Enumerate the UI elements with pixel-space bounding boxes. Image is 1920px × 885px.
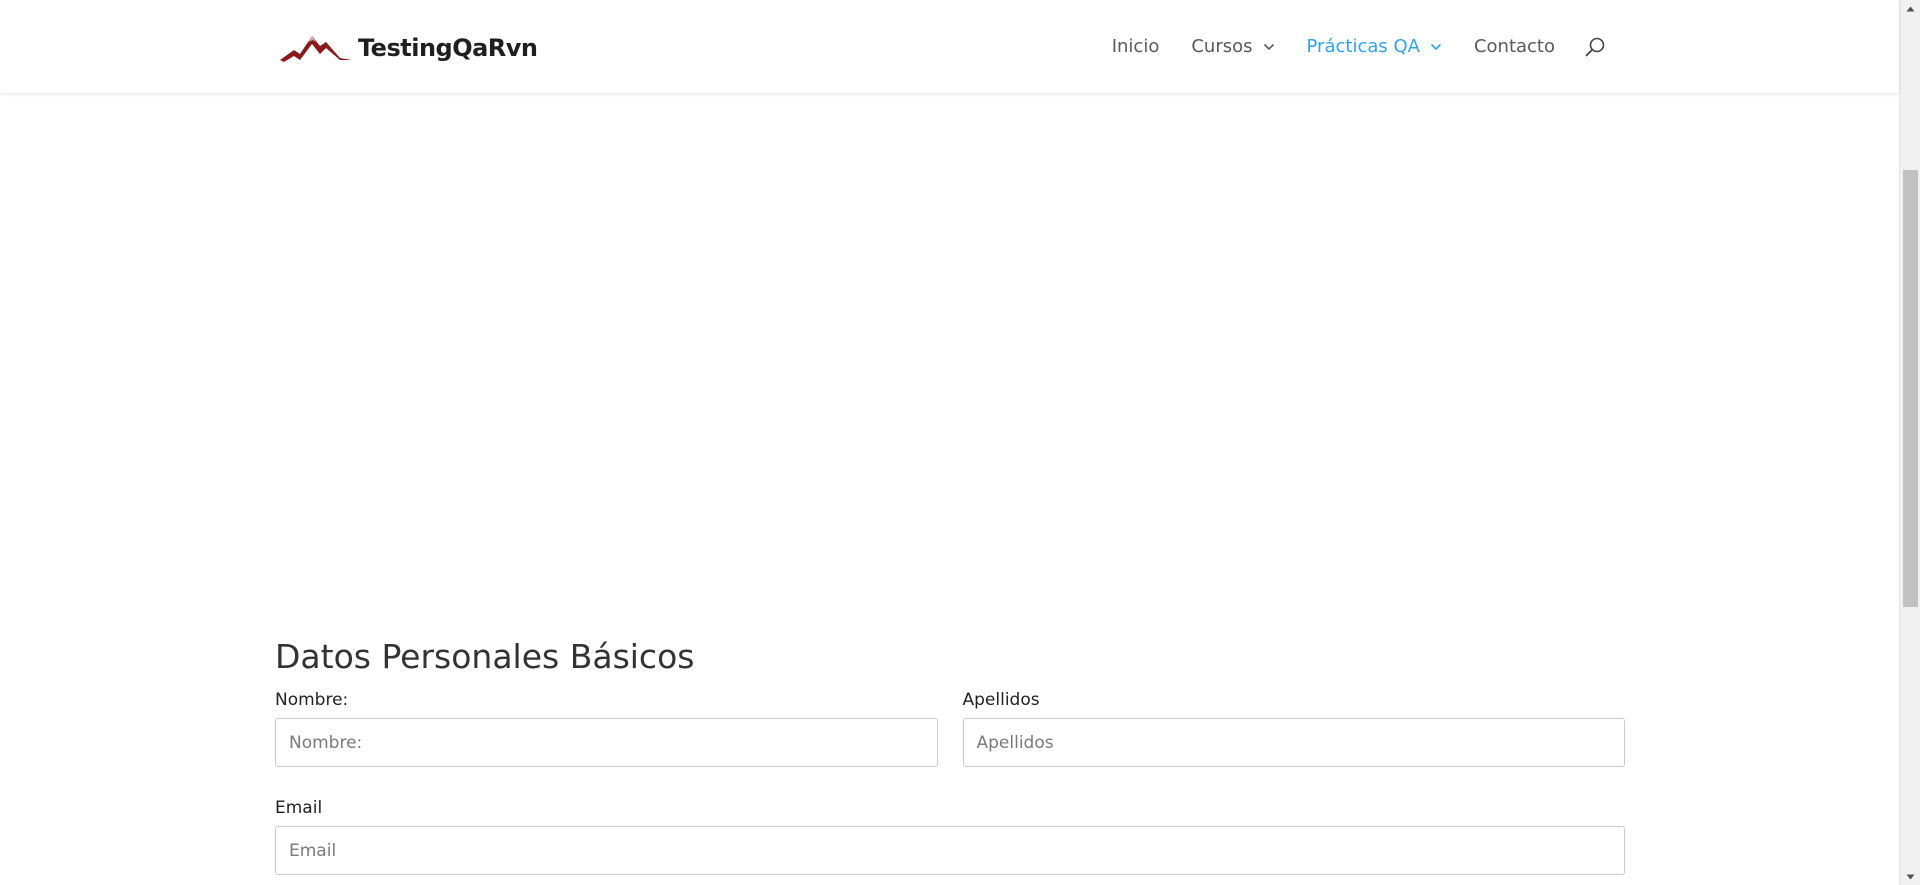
- search-icon: [1585, 37, 1605, 56]
- scroll-up-arrow-icon[interactable]: [1900, 0, 1920, 17]
- nav-item-inicio[interactable]: Inicio: [1112, 36, 1160, 57]
- email-label: Email: [275, 798, 323, 818]
- apellidos-field-group: Apellidos: [962, 686, 1625, 767]
- nav-item-label: Cursos: [1191, 36, 1253, 57]
- apellidos-label: Apellidos: [962, 690, 1040, 710]
- site-logo[interactable]: TestingQaRvn: [280, 28, 538, 68]
- site-header: TestingQaRvn Inicio Cursos Prácticas QA: [0, 0, 1899, 93]
- nav-item-label: Contacto: [1473, 36, 1555, 57]
- nav-item-cursos[interactable]: Cursos: [1191, 36, 1274, 57]
- browser-viewport: TestingQaRvn Inicio Cursos Prácticas QA: [0, 0, 1920, 885]
- mountain-logo-icon: [280, 36, 352, 62]
- nav-item-practicas-qa[interactable]: Prácticas QA: [1307, 36, 1442, 57]
- nav-item-contacto[interactable]: Contacto: [1474, 36, 1555, 57]
- search-button[interactable]: [1583, 35, 1607, 59]
- nombre-input[interactable]: [275, 718, 938, 767]
- apellidos-input[interactable]: [962, 718, 1625, 767]
- email-row: Email: [275, 794, 1625, 875]
- vertical-scrollbar[interactable]: [1899, 0, 1920, 885]
- nombre-label: Nombre:: [275, 690, 349, 710]
- chevron-down-icon: [1263, 43, 1274, 50]
- section-title: Datos Personales Básicos: [275, 637, 695, 676]
- form-section: Datos Personales Básicos Nombre: Apellid…: [275, 630, 1625, 875]
- scroll-down-arrow-icon[interactable]: [1900, 868, 1920, 885]
- chevron-down-icon: [1430, 43, 1442, 50]
- page: TestingQaRvn Inicio Cursos Prácticas QA: [0, 0, 1899, 885]
- scrollbar-thumb[interactable]: [1903, 170, 1918, 607]
- name-row: Nombre: Apellidos: [275, 686, 1625, 767]
- nav-item-label: Inicio: [1111, 36, 1160, 57]
- email-field-group: Email: [275, 794, 1625, 875]
- nombre-field-group: Nombre:: [275, 686, 938, 767]
- logo-text: TestingQaRvn: [358, 34, 538, 62]
- nav-item-label: Prácticas QA: [1306, 36, 1420, 57]
- email-input[interactable]: [275, 826, 1625, 875]
- main-nav: Inicio Cursos Prácticas QA Contacto: [1112, 0, 1607, 93]
